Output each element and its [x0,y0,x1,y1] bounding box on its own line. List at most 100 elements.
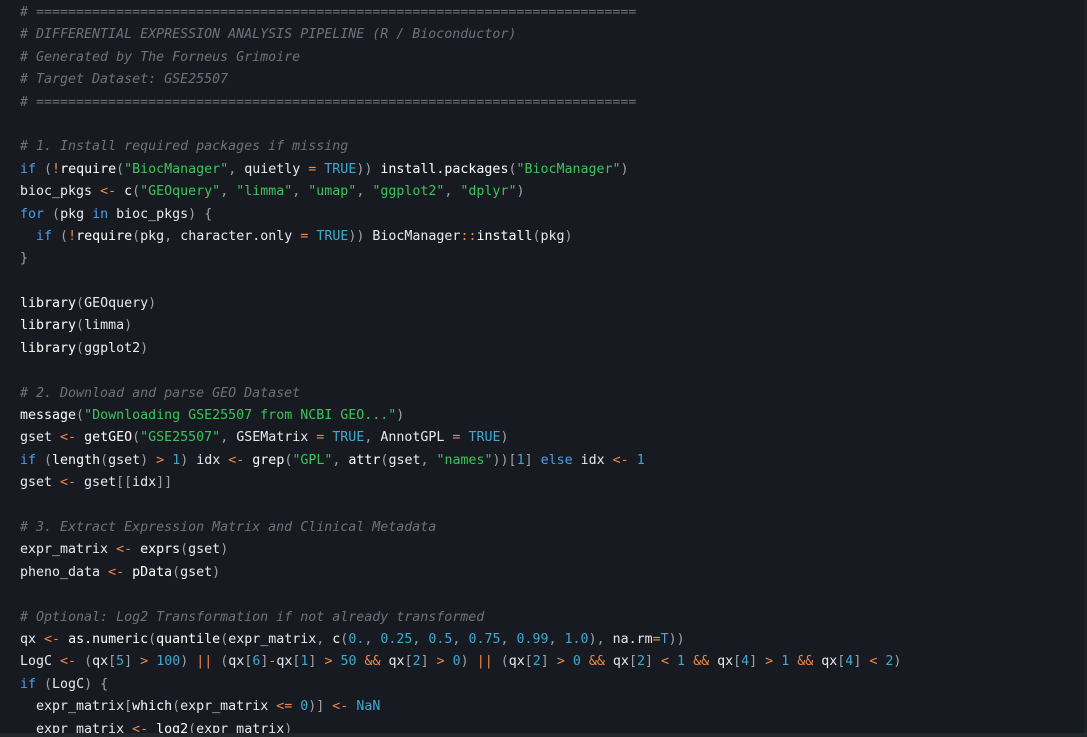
code-token: if [36,228,53,244]
code-line[interactable]: # Target Dataset: GSE25507 [20,69,901,91]
code-token: > [140,654,149,670]
code-token: qx [228,654,245,670]
code-token: ggplot2 [84,340,141,356]
code-token: qx [92,654,109,670]
code-token: <- [108,564,125,580]
code-line[interactable] [20,360,901,382]
code-token: pData [132,564,173,580]
code-token: , [164,228,181,244]
code-token: pkg [60,206,93,222]
code-token: GSEMatrix [236,430,317,446]
code-line[interactable]: for (pkg in bioc_pkgs) { [20,204,901,226]
code-token: 0 [572,654,581,670]
code-line[interactable]: if (LogC) { [20,674,901,696]
code-token: pkg [140,228,165,244]
code-line[interactable]: LogC <- (qx[5] > 100) || (qx[6]-qx[1] > … [20,651,901,673]
code-line[interactable]: # 2. Download and parse GEO Dataset [20,383,901,405]
code-content[interactable]: # ======================================… [20,2,901,737]
code-token: # DIFFERENTIAL EXPRESSION ANALYSIS PIPEL… [20,27,517,43]
horizontal-scrollbar[interactable] [0,733,1087,737]
code-token: ( [76,408,85,424]
code-token: ) [188,206,197,222]
code-token: ) [148,296,157,312]
code-line[interactable]: } [20,248,901,270]
code-token: ( [44,161,53,177]
code-token: install [476,228,533,244]
code-line[interactable]: # 3. Extract Expression Matrix and Clini… [20,517,901,539]
code-token: 1 [636,452,645,468]
code-line[interactable]: bioc_pkgs <- c("GEOquery", "limma", "uma… [20,181,901,203]
code-line[interactable]: library(ggplot2) [20,338,901,360]
code-line[interactable]: gset <- gset[[idx]] [20,472,901,494]
code-token: ( [180,542,189,558]
code-line[interactable]: gset <- getGEO("GSE25507", GSEMatrix = T… [20,427,901,449]
code-token: <- [60,430,77,446]
code-line[interactable]: if (length(gset) > 1) idx <- grep("GPL",… [20,450,901,472]
code-line[interactable]: if (!require("BiocManager", quietly = TR… [20,159,901,181]
code-token: ) [516,184,525,200]
code-line[interactable]: if (!require(pkg, character.only = TRUE)… [20,226,901,248]
code-line[interactable]: # ======================================… [20,2,901,24]
code-token: ! [68,228,77,244]
code-token: LogC [20,654,61,670]
code-token: ] [420,654,429,670]
code-token: 0.25 [380,631,413,647]
code-token: "dplyr" [460,184,517,200]
code-token: attr [348,452,381,468]
code-line[interactable]: library(GEOquery) [20,293,901,315]
code-token: which [132,699,173,715]
code-token: library [20,296,77,312]
code-line[interactable]: expr_matrix[which(expr_matrix <= 0)] <- … [20,696,901,718]
code-line[interactable] [20,584,901,606]
code-token: && [693,654,710,670]
code-token: # Target Dataset: GSE25507 [20,72,229,88]
code-token: idx [132,475,157,491]
code-token: gset [20,475,61,491]
code-token: ] [749,654,758,670]
code-line[interactable]: expr_matrix <- exprs(gset) [20,539,901,561]
code-line[interactable] [20,114,901,136]
code-token: 5 [116,654,125,670]
code-line[interactable]: library(limma) [20,315,901,337]
code-token: ( [132,430,141,446]
code-line[interactable]: # 1. Install required packages if missin… [20,136,901,158]
code-token: library [20,340,77,356]
code-line[interactable]: # DIFFERENTIAL EXPRESSION ANALYSIS PIPEL… [20,24,901,46]
code-token: ( [84,654,93,670]
code-token: T [660,631,669,647]
code-token: NaN [356,699,381,715]
code-line[interactable] [20,495,901,517]
code-token: ] [644,654,653,670]
code-editor[interactable]: # ======================================… [0,0,1087,737]
code-token: ]] [156,475,173,491]
code-line[interactable]: qx <- as.numeric(quantile(expr_matrix, c… [20,629,901,651]
code-line[interactable]: # Generated by The Forneus Grimoire [20,47,901,69]
code-token: grep [252,452,285,468]
code-line[interactable]: # Optional: Log2 Transformation if not a… [20,607,901,629]
code-token: ) [84,676,93,692]
code-token: 0.5 [428,631,453,647]
code-token: ) [460,654,469,670]
code-token: [[ [116,475,133,491]
code-line[interactable]: message("Downloading GSE25507 from NCBI … [20,405,901,427]
code-token: > [156,452,165,468]
code-line[interactable] [20,271,901,293]
code-token: <- [60,654,77,670]
code-token: [ [733,654,742,670]
code-token: bioc_pkgs [20,184,101,200]
code-token: ] [540,654,549,670]
code-line[interactable]: # ======================================… [20,92,901,114]
code-token: || [476,654,493,670]
code-line[interactable]: pheno_data <- pData(gset) [20,562,901,584]
code-token: <- [332,699,349,715]
code-token: <- [100,184,117,200]
